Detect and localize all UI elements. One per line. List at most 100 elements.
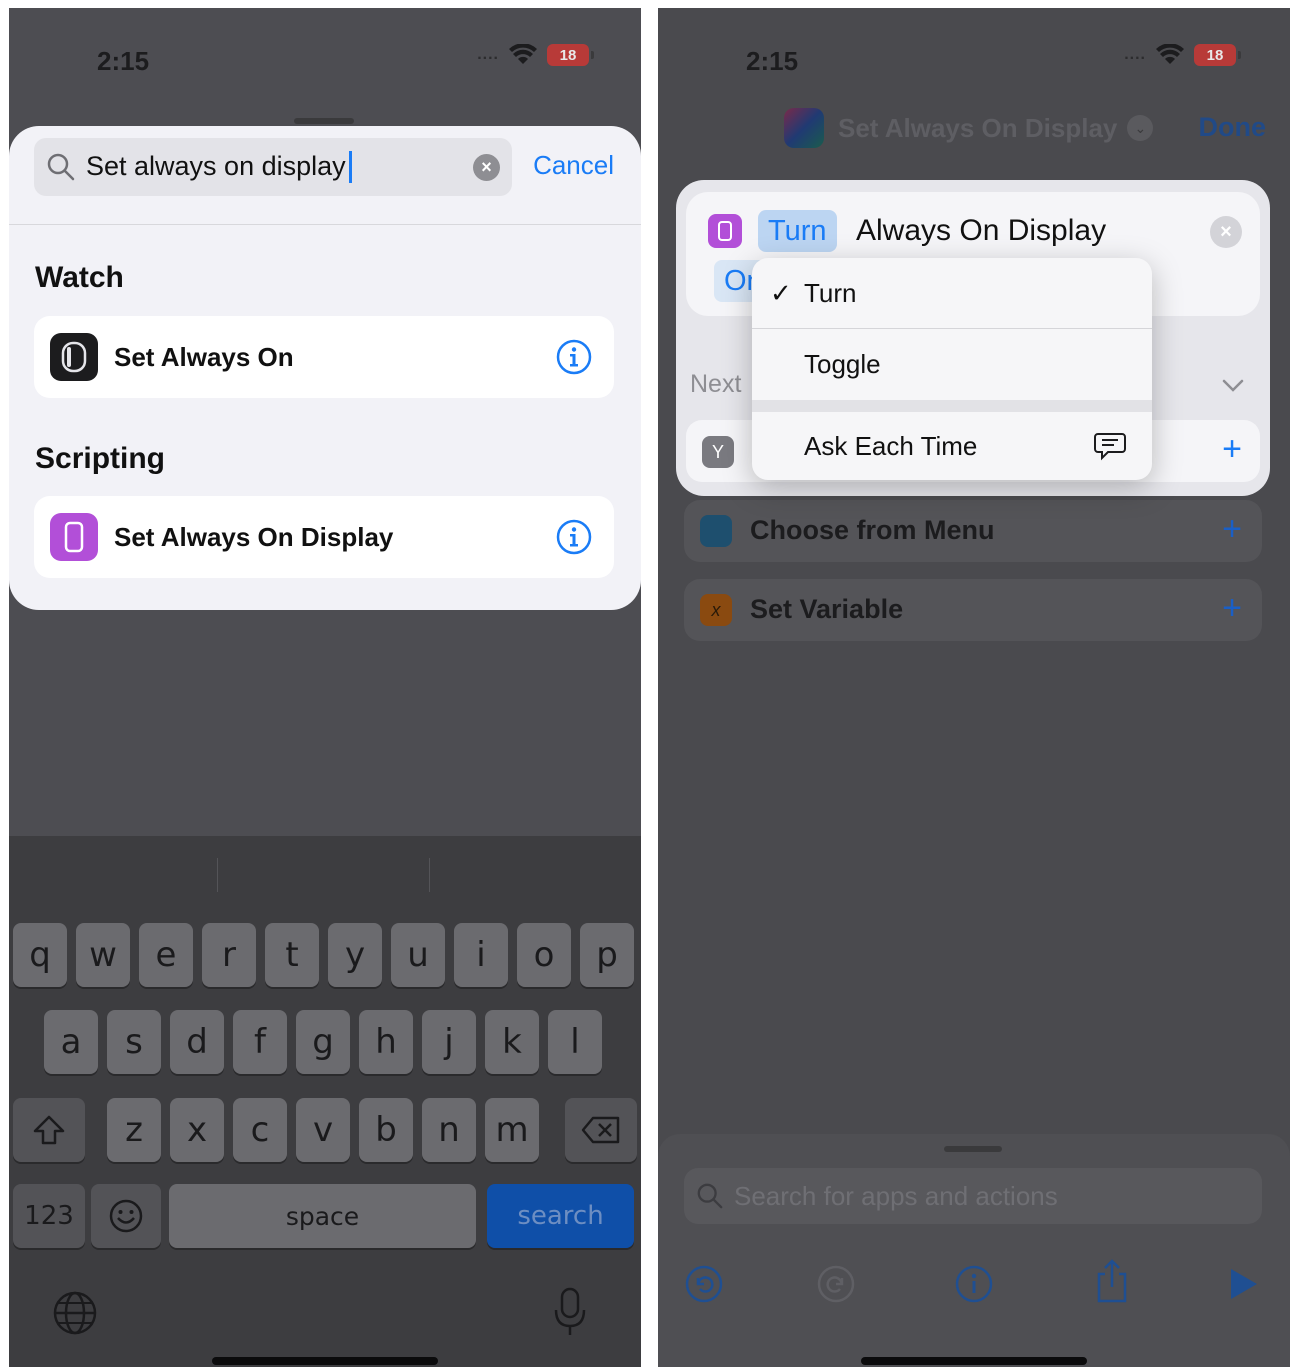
info-icon[interactable] xyxy=(556,519,592,555)
key-v[interactable]: v xyxy=(296,1098,350,1162)
watch-app-icon xyxy=(50,333,98,381)
suggestion-label: Set Variable xyxy=(750,594,904,624)
suggestion-label: Choose from Menu xyxy=(750,515,995,545)
key-n[interactable]: n xyxy=(422,1098,476,1162)
globe-icon[interactable] xyxy=(52,1290,98,1336)
key-c[interactable]: c xyxy=(233,1098,287,1162)
divider xyxy=(9,224,641,225)
result-set-always-on[interactable]: Set Always On xyxy=(34,316,614,398)
shift-key[interactable] xyxy=(13,1098,85,1162)
play-icon[interactable] xyxy=(1222,1264,1262,1304)
key-p[interactable]: p xyxy=(580,923,634,987)
result-label: Set Always On Display xyxy=(114,521,394,552)
redo-icon xyxy=(817,1265,855,1303)
search-key[interactable]: search xyxy=(487,1184,634,1248)
menu-item-label: Turn xyxy=(804,277,857,308)
home-indicator[interactable] xyxy=(861,1357,1087,1365)
key-g[interactable]: g xyxy=(296,1010,350,1074)
text-caret xyxy=(348,151,352,184)
shortcut-title-menu[interactable]: Set Always On Display ⌄ xyxy=(784,108,1154,148)
verb-parameter[interactable]: Turn xyxy=(758,210,837,252)
menu-item-toggle[interactable]: Toggle xyxy=(752,329,1152,400)
key-i[interactable]: i xyxy=(454,923,508,987)
suggestion-choose-from-menu[interactable]: Choose from Menu + xyxy=(684,500,1262,562)
speech-bubble-icon xyxy=(1094,433,1126,461)
menu-item-turn[interactable]: ✓ Turn xyxy=(752,258,1152,328)
variable-icon: x xyxy=(700,594,732,626)
search-placeholder: Search for apps and actions xyxy=(734,1180,1058,1211)
add-icon[interactable]: + xyxy=(1222,432,1242,466)
share-icon[interactable] xyxy=(1092,1258,1132,1304)
delete-icon xyxy=(581,1116,620,1144)
key-m[interactable]: m xyxy=(485,1098,539,1162)
key-z[interactable]: z xyxy=(107,1098,161,1162)
result-set-always-on-display[interactable]: Set Always On Display xyxy=(34,496,614,578)
key-k[interactable]: k xyxy=(485,1010,539,1074)
search-icon xyxy=(697,1183,723,1209)
shortcut-title: Set Always On Display xyxy=(838,112,1118,143)
signal-icon: .... xyxy=(1124,46,1146,63)
predictive-bar xyxy=(9,836,641,916)
key-j[interactable]: j xyxy=(422,1010,476,1074)
shift-icon xyxy=(33,1115,65,1145)
cancel-button[interactable]: Cancel xyxy=(533,150,614,181)
key-o[interactable]: o xyxy=(517,923,571,987)
done-button[interactable]: Done xyxy=(1199,112,1267,143)
undo-icon[interactable] xyxy=(684,1264,724,1304)
key-w[interactable]: w xyxy=(76,923,130,987)
key-y[interactable]: y xyxy=(328,923,382,987)
key-h[interactable]: h xyxy=(359,1010,413,1074)
search-icon xyxy=(47,153,75,181)
search-sheet: Set always on display × Cancel Watch Set… xyxy=(9,126,641,610)
key-t[interactable]: t xyxy=(265,923,319,987)
clear-search-icon[interactable]: × xyxy=(473,154,500,181)
search-input[interactable]: Set always on display × xyxy=(34,138,512,196)
status-icons: .... 18 xyxy=(1124,44,1241,66)
wifi-icon xyxy=(509,44,537,64)
menu-item-label: Toggle xyxy=(804,349,881,379)
divider xyxy=(429,858,430,892)
key-d[interactable]: d xyxy=(170,1010,224,1074)
section-title-watch: Watch xyxy=(35,261,124,294)
actions-sheet: Search for apps and actions xyxy=(658,1134,1290,1367)
if-icon: Y xyxy=(702,436,734,468)
key-r[interactable]: r xyxy=(202,923,256,987)
suggestion-set-variable[interactable]: x Set Variable + xyxy=(684,579,1262,641)
action-text: Always On Display xyxy=(856,214,1107,247)
key-s[interactable]: s xyxy=(107,1010,161,1074)
search-query: Set always on display xyxy=(86,151,352,184)
info-icon[interactable] xyxy=(954,1264,994,1304)
menu-item-ask-each-time[interactable]: Ask Each Time xyxy=(752,412,1152,480)
key-e[interactable]: e xyxy=(139,923,193,987)
key-b[interactable]: b xyxy=(359,1098,413,1162)
space-key[interactable]: space xyxy=(169,1184,476,1248)
key-x[interactable]: x xyxy=(170,1098,224,1162)
left-screen: 2:15 .... 18 Set always on display × Can… xyxy=(9,8,641,1367)
signal-icon: .... xyxy=(477,46,499,63)
section-title-scripting: Scripting xyxy=(35,442,166,475)
sheet-handle[interactable] xyxy=(294,118,354,124)
parameter-menu: ✓ Turn Toggle Ask Each Time xyxy=(752,258,1152,480)
key-l[interactable]: l xyxy=(548,1010,602,1074)
key-q[interactable]: q xyxy=(13,923,67,987)
add-icon[interactable]: + xyxy=(1222,512,1242,546)
chevron-down-icon[interactable] xyxy=(1220,372,1246,398)
key-f[interactable]: f xyxy=(233,1010,287,1074)
battery-icon: 18 xyxy=(547,44,594,66)
key-a[interactable]: a xyxy=(44,1010,98,1074)
home-indicator[interactable] xyxy=(212,1357,438,1365)
actions-search-input[interactable]: Search for apps and actions xyxy=(684,1168,1262,1224)
emoji-key[interactable] xyxy=(91,1184,161,1248)
scripting-app-icon xyxy=(708,214,742,248)
divider xyxy=(217,858,218,892)
sheet-handle[interactable] xyxy=(944,1146,1002,1152)
status-time: 2:15 xyxy=(746,46,799,76)
menu-group-separator xyxy=(752,400,1152,412)
delete-key[interactable] xyxy=(565,1098,637,1162)
microphone-icon[interactable] xyxy=(552,1286,588,1338)
add-icon[interactable]: + xyxy=(1222,591,1242,625)
key-u[interactable]: u xyxy=(391,923,445,987)
info-icon[interactable] xyxy=(556,339,592,375)
close-icon[interactable]: × xyxy=(1210,216,1242,248)
numbers-key[interactable]: 123 xyxy=(13,1184,85,1248)
